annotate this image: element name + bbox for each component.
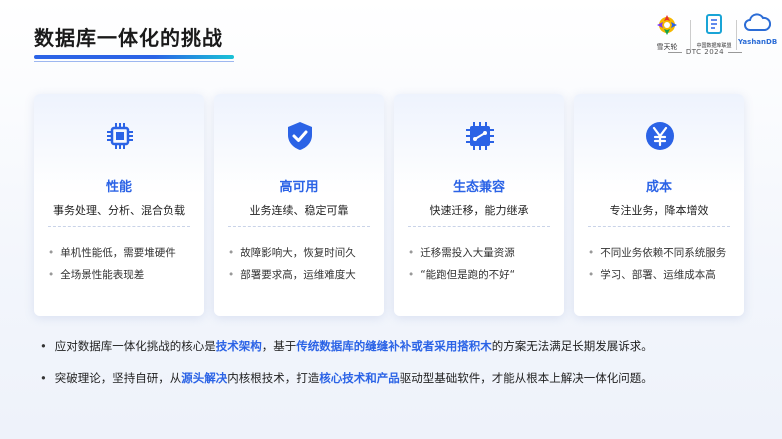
title-thin-line [34,61,234,62]
card-subtitle: 事务处理、分析、混合负载 [53,204,185,217]
bullet-highlight: 传统数据库的缝缝补补或者采用搭积木 [296,339,492,353]
card-points: 迁移需投入大量资源 “能跑但是跑的不好“ [408,242,556,286]
card-title: 高可用 [279,180,319,195]
logo-group: 雪天轮 中国数据库联盟 YashanDB [648,12,778,64]
list-item: “能跑但是跑的不好“ [408,264,556,286]
bullet-text: 的方案无法满足长期发展诉求。 [491,339,653,353]
list-item: 不同业务依赖不同系统服务 [588,242,736,264]
summary-bullet-1: • 应对数据库一体化挑战的核心是技术架构，基于传统数据库的缝缝补补或者采用搭积木的… [40,339,653,353]
cloud-logo-icon [744,13,772,31]
summary-bullet-2: • 突破理论，坚持自研，从源头解决内核根技术，打造核心技术和产品驱动型基础软件，才… [40,371,653,385]
card-ecosystem: 生态兼容 快速迁移，能力继承 迁移需投入大量资源 “能跑但是跑的不好“ [394,94,564,316]
title-underline [34,55,234,59]
logo-separator [690,20,691,50]
bullet-text: 突破理论，坚持自研，从 [54,371,182,385]
logo-3: YashanDB [738,12,778,46]
card-high-availability: 高可用 业务连续、稳定可靠 故障影响大，恢复时间久 部署要求高，运维难度大 [214,94,384,316]
list-item: 部署要求高，运维难度大 [228,264,376,286]
card-subtitle: 业务连续、稳定可靠 [249,204,349,217]
list-item: 故障影响大，恢复时间久 [228,242,376,264]
card-divider [588,226,730,227]
bullet-text: 内核根技术，打造 [227,371,320,385]
card-title: 性能 [105,180,132,195]
list-item: 单机性能低，需要堆硬件 [48,242,196,264]
page-title: 数据库一体化的挑战 [34,26,223,50]
card-title: 生态兼容 [452,180,505,195]
logo-2-icon [706,14,722,34]
logo-1: 雪天轮 [648,12,686,52]
bullet-highlight: 核心技术和产品 [319,371,400,385]
logo-2: 中国数据库联盟 [694,12,734,49]
shield-check-icon [288,122,312,150]
card-divider [408,226,550,227]
bullet-highlight: 源头解决 [181,371,228,385]
event-label: DTC 2024 [660,48,750,56]
slide: 数据库一体化的挑战 雪天轮 中国数据库联盟 YashanDB DTC 2024 … [0,0,782,439]
card-points: 单机性能低，需要堆硬件 全场景性能表现差 [48,242,196,286]
list-item: 迁移需投入大量资源 [408,242,556,264]
summary-bullets: • 应对数据库一体化挑战的核心是技术架构，基于传统数据库的缝缝补补或者采用搭积木的… [40,330,760,394]
list-item: 全场景性能表现差 [48,264,196,286]
card-divider [48,226,190,227]
list-item: 学习、部署、运维成本高 [588,264,736,286]
bullet-highlight: 技术架构 [215,339,262,353]
bullet-text: ，基于 [261,339,297,353]
card-performance: 性能 事务处理、分析、混合负载 单机性能低，需要堆硬件 全场景性能表现差 [34,94,204,316]
card-subtitle: 快速迁移，能力继承 [429,204,529,217]
logo-1-icon [657,15,677,35]
card-divider [228,226,370,227]
chip-icon [107,123,133,149]
card-title: 成本 [645,180,672,195]
bullet-text: 驱动型基础软件，才能从根本上解决一体化问题。 [399,371,653,385]
logo-separator [736,20,737,50]
yen-icon [646,122,674,150]
card-subtitle: 专注业务，降本增效 [609,204,709,217]
logo-3-text: YashanDB [738,38,778,46]
card-points: 不同业务依赖不同系统服务 学习、部署、运维成本高 [588,242,736,286]
card-cost: 成本 专注业务，降本增效 不同业务依赖不同系统服务 学习、部署、运维成本高 [574,94,744,316]
ecosystem-icon [466,122,494,150]
bullet-text: 应对数据库一体化挑战的核心是 [54,339,216,353]
card-points: 故障影响大，恢复时间久 部署要求高，运维难度大 [228,242,376,286]
